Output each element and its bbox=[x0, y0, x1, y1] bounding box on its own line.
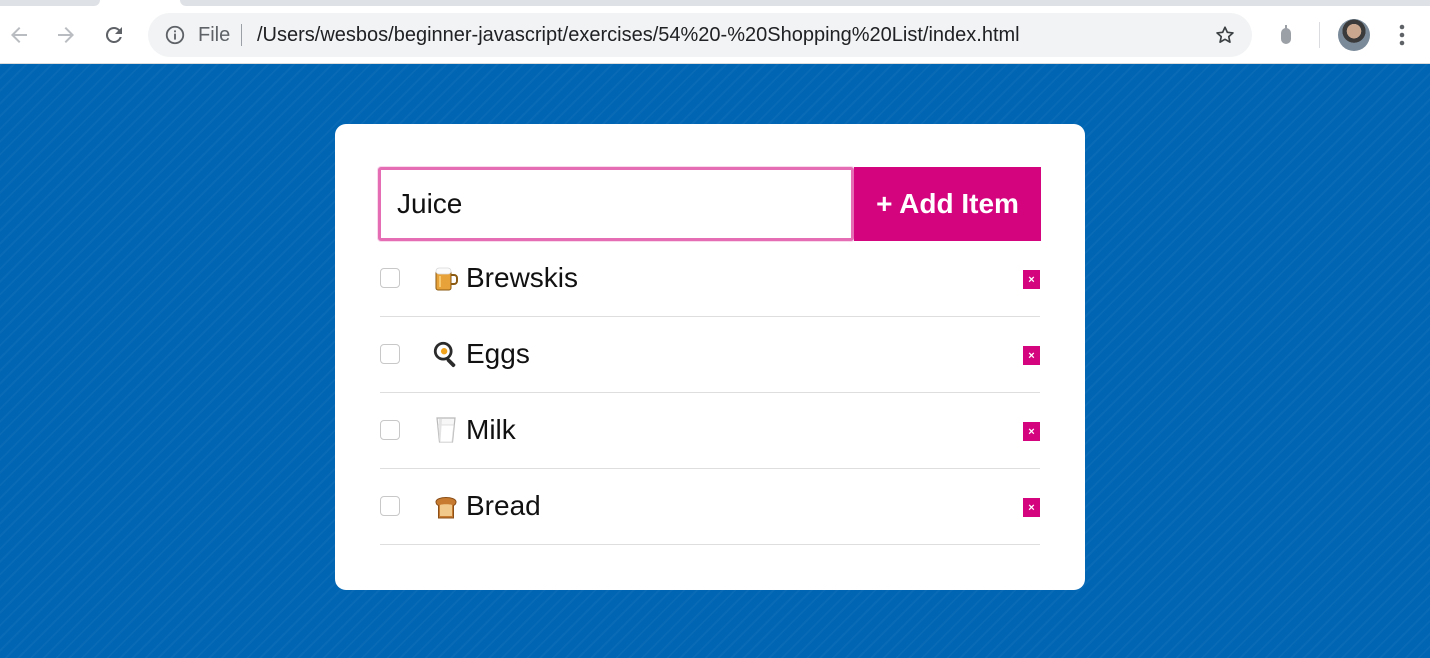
item-label-group: Bread bbox=[432, 486, 541, 526]
item-checkbox[interactable] bbox=[380, 420, 400, 440]
remove-item-button[interactable]: × bbox=[1023, 498, 1040, 517]
reload-button[interactable] bbox=[99, 20, 129, 50]
browser-toolbar: File /Users/wesbos/beginner-javascript/e… bbox=[0, 0, 1430, 64]
url-text[interactable]: /Users/wesbos/beginner-javascript/exerci… bbox=[257, 24, 1020, 47]
forward-button[interactable] bbox=[51, 20, 81, 50]
toolbar-separator bbox=[1319, 22, 1320, 48]
bookmark-star-icon[interactable] bbox=[1214, 24, 1236, 46]
item-label-group: Milk bbox=[432, 410, 516, 450]
beer-mug-icon bbox=[435, 267, 458, 291]
glass-of-milk-icon bbox=[436, 417, 456, 443]
add-item-button[interactable]: + Add Item bbox=[854, 167, 1041, 241]
back-arrow-icon bbox=[11, 27, 27, 43]
item-label-group: Eggs bbox=[432, 334, 530, 374]
list-item: Brewskis × bbox=[380, 241, 1040, 317]
item-input[interactable] bbox=[378, 167, 854, 241]
address-divider bbox=[241, 24, 242, 46]
item-checkbox[interactable] bbox=[380, 268, 400, 288]
remove-item-button[interactable]: × bbox=[1023, 270, 1040, 289]
shopping-list-card: + Add Item Brewskis × bbox=[335, 124, 1085, 590]
address-bar[interactable]: File /Users/wesbos/beginner-javascript/e… bbox=[148, 13, 1252, 57]
item-name: Bread bbox=[466, 490, 541, 521]
shopping-list: Brewskis × Eggs × Milk × Bread × bbox=[380, 241, 1040, 545]
extension-icon[interactable] bbox=[1278, 24, 1294, 46]
item-checkbox[interactable] bbox=[380, 344, 400, 364]
list-item: Eggs × bbox=[380, 317, 1040, 393]
profile-avatar[interactable] bbox=[1338, 19, 1370, 51]
add-item-form: + Add Item bbox=[378, 167, 1041, 241]
item-label-group: Brewskis bbox=[432, 258, 578, 298]
remove-item-button[interactable]: × bbox=[1023, 346, 1040, 365]
list-item: Milk × bbox=[380, 393, 1040, 469]
info-icon[interactable] bbox=[164, 24, 186, 46]
item-name: Brewskis bbox=[466, 262, 579, 293]
list-item: Bread × bbox=[380, 469, 1040, 545]
item-checkbox[interactable] bbox=[380, 496, 400, 516]
item-name: Milk bbox=[466, 414, 516, 445]
bread-icon bbox=[435, 497, 457, 519]
tab-strip bbox=[0, 0, 100, 6]
fried-egg-icon bbox=[433, 341, 456, 368]
url-scheme-label: File bbox=[198, 24, 231, 46]
reload-icon bbox=[105, 26, 122, 43]
forward-arrow-icon bbox=[58, 27, 74, 43]
item-name: Eggs bbox=[466, 338, 530, 369]
page-background: + Add Item Brewskis × bbox=[0, 64, 1430, 658]
tab-strip-background bbox=[180, 0, 1430, 6]
remove-item-button[interactable]: × bbox=[1023, 422, 1040, 441]
back-button[interactable] bbox=[4, 20, 34, 50]
menu-kebab-icon[interactable] bbox=[1392, 22, 1412, 48]
